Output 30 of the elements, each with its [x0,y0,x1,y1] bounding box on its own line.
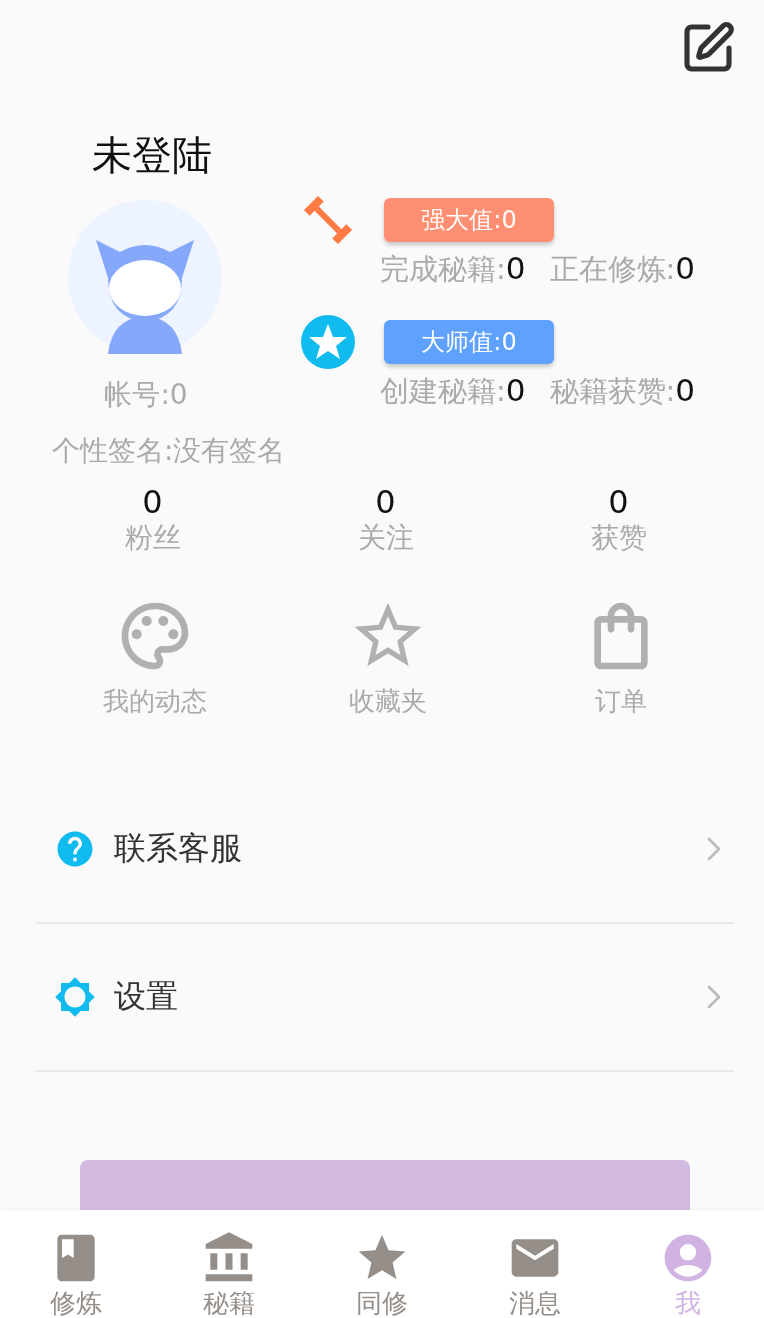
count-label: 粉丝 [124,520,181,556]
menu-item[interactable]: 设置 [36,924,734,1072]
stat-text: 创建秘籍:0 [380,372,526,410]
settings-icon [54,976,96,1018]
count-value: 0 [142,484,163,520]
menu-label: 联系客服 [114,828,243,869]
score-badge: 大师值:0 [384,320,554,364]
avatar[interactable] [68,200,222,354]
nav-tab[interactable]: 秘籍 [152,1210,306,1318]
score-badge: 强大值:0 [384,198,554,242]
shortcut-label[interactable]: 收藏夹 [348,684,427,719]
nav-tab[interactable]: 同修 [305,1210,459,1318]
stat-text: 正在修炼:0 [549,250,696,288]
login-button[interactable] [80,1160,690,1210]
stat-text: 秘籍获赞:0 [549,372,696,410]
menu-item[interactable]: 联系客服 [36,776,734,924]
count-label: 关注 [357,520,414,556]
count-value: 0 [608,484,629,520]
menu-label: 设置 [114,976,179,1017]
nav-tab[interactable]: 消息 [458,1210,612,1318]
shortcut-label[interactable]: 订单 [594,684,647,719]
shortcut-label[interactable]: 我的动态 [102,684,207,719]
count-value: 0 [375,484,396,520]
signature: 个性签名:没有签名 [52,433,286,469]
account-number: 帐号:0 [104,377,188,413]
count-label: 获赞 [590,520,647,556]
username: 未登陆 [92,131,212,180]
stat-text: 完成秘籍:0 [380,250,526,288]
nav-tab[interactable]: 修炼 [0,1210,153,1318]
nav-tab[interactable]: 我 [611,1210,764,1318]
